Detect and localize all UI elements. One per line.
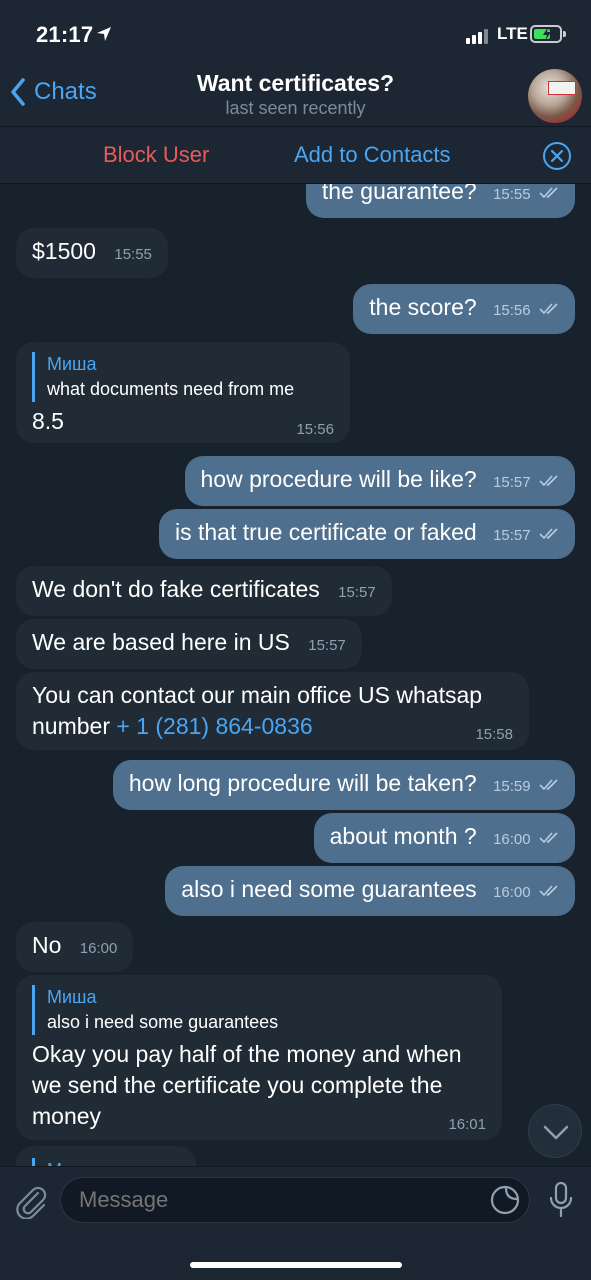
message-text: No [32, 932, 62, 958]
location-arrow-icon [97, 27, 111, 41]
read-checkmarks-icon [539, 475, 558, 487]
message-time: 15:57 [493, 527, 531, 544]
read-checkmarks-icon [539, 885, 558, 897]
reply-quote[interactable]: Миша also i need some guarantees [32, 985, 486, 1035]
reply-text: also i need some guarantees [47, 1012, 279, 1032]
message-text: 8.5 [32, 408, 64, 434]
battery-charging-icon [530, 25, 566, 43]
read-checkmarks-icon [539, 528, 558, 540]
home-indicator [190, 1262, 402, 1268]
scroll-to-bottom-button[interactable] [528, 1104, 582, 1158]
message-incoming-reply[interactable]: Миша [16, 1146, 196, 1166]
message-text: $1500 [32, 238, 96, 264]
reply-author: Миша [47, 354, 97, 374]
message-outgoing[interactable]: is that true certificate or faked 15:57 [158, 509, 575, 559]
network-type: LTE [497, 24, 528, 43]
message-text: is that true certificate or faked [174, 519, 477, 545]
message-text: about month ? [329, 823, 477, 849]
message-outgoing[interactable]: how procedure will be like? 15:57 [184, 456, 575, 506]
close-icon[interactable] [542, 141, 572, 171]
chat-header: Chats Want certificates? last seen recen… [0, 64, 591, 126]
reply-author: Миша [47, 987, 97, 1007]
message-time: 15:55 [493, 186, 531, 203]
message-incoming-reply[interactable]: Миша what documents need from me 8.5 15:… [16, 342, 350, 443]
message-time: 15:57 [338, 584, 376, 601]
contact-action-bar: Block User Add to Contacts [0, 126, 591, 184]
message-text: We are based here in US [32, 629, 290, 655]
clock: 21:17 [36, 22, 94, 47]
block-user-button[interactable]: Block User [103, 142, 209, 168]
message-incoming-reply[interactable]: Миша also i need some guarantees Okay yo… [16, 975, 502, 1140]
message-incoming[interactable]: We are based here in US 15:57 [16, 619, 362, 669]
message-input[interactable] [60, 1177, 530, 1223]
message-time: 15:59 [493, 778, 531, 795]
reply-author: Миша [47, 1158, 180, 1166]
message-time: 15:56 [296, 421, 334, 438]
message-outgoing[interactable]: about month ? 16:00 [313, 813, 575, 863]
message-time: 16:00 [79, 940, 118, 957]
last-seen-status: last seen recently [225, 98, 366, 118]
message-text: You can contact our main office US whats… [32, 682, 483, 708]
read-checkmarks-icon [539, 779, 558, 791]
signal-strength-icon [466, 28, 492, 44]
message-time: 15:56 [493, 302, 531, 319]
message-text: We don't do fake certificates [32, 576, 320, 602]
chat-title[interactable]: Want certificates? [0, 70, 591, 97]
message-text: also i need some guarantees [181, 876, 477, 902]
message-time: 15:55 [114, 246, 152, 263]
message-outgoing[interactable]: the guarantee? 15:55 [305, 184, 575, 218]
message-outgoing[interactable]: also i need some guarantees 16:00 [165, 866, 575, 916]
message-text-cont: number [32, 713, 110, 739]
microphone-icon[interactable] [548, 1181, 574, 1221]
paperclip-icon[interactable] [14, 1183, 48, 1219]
message-text: how long procedure will be taken? [128, 770, 477, 796]
read-checkmarks-icon [539, 832, 558, 844]
message-text: the guarantee? [321, 184, 477, 204]
message-text-line: we send the certificate you complete the [32, 1072, 443, 1098]
reply-text: what documents need from me [47, 379, 295, 399]
message-time: 16:00 [493, 884, 531, 901]
message-time: 15:58 [475, 726, 513, 743]
status-bar: 21:17 LTE [0, 0, 591, 64]
avatar[interactable] [528, 69, 582, 123]
message-outgoing[interactable]: how long procedure will be taken? 15:59 [112, 760, 575, 810]
message-text: how procedure will be like? [200, 466, 477, 492]
chevron-down-icon [543, 1125, 569, 1140]
sticker-icon[interactable] [490, 1185, 520, 1215]
add-to-contacts-button[interactable]: Add to Contacts [294, 142, 451, 168]
reply-quote[interactable]: Миша what documents need from me [32, 352, 334, 402]
read-checkmarks-icon [539, 187, 558, 199]
message-incoming[interactable]: $1500 15:55 [16, 228, 168, 278]
message-time: 16:01 [448, 1116, 486, 1133]
message-incoming[interactable]: We don't do fake certificates 15:57 [16, 566, 392, 616]
message-time: 15:57 [308, 637, 346, 654]
message-time: 16:00 [493, 831, 531, 848]
read-checkmarks-icon [539, 303, 558, 315]
message-incoming[interactable]: You can contact our main office US whats… [16, 672, 529, 750]
message-outgoing[interactable]: the score? 15:56 [353, 284, 575, 334]
message-text: the score? [369, 294, 477, 320]
message-list[interactable]: the guarantee? 15:55 $1500 15:55 the sco… [0, 184, 591, 1166]
message-incoming[interactable]: No 16:00 [16, 922, 134, 972]
message-time: 15:57 [493, 474, 531, 491]
message-text-line: Okay you pay half of the money and when [32, 1041, 462, 1067]
phone-link[interactable]: + 1 (281) 864-0836 [116, 713, 312, 739]
message-text-line: money [32, 1103, 102, 1129]
reply-quote[interactable]: Миша [32, 1158, 180, 1166]
